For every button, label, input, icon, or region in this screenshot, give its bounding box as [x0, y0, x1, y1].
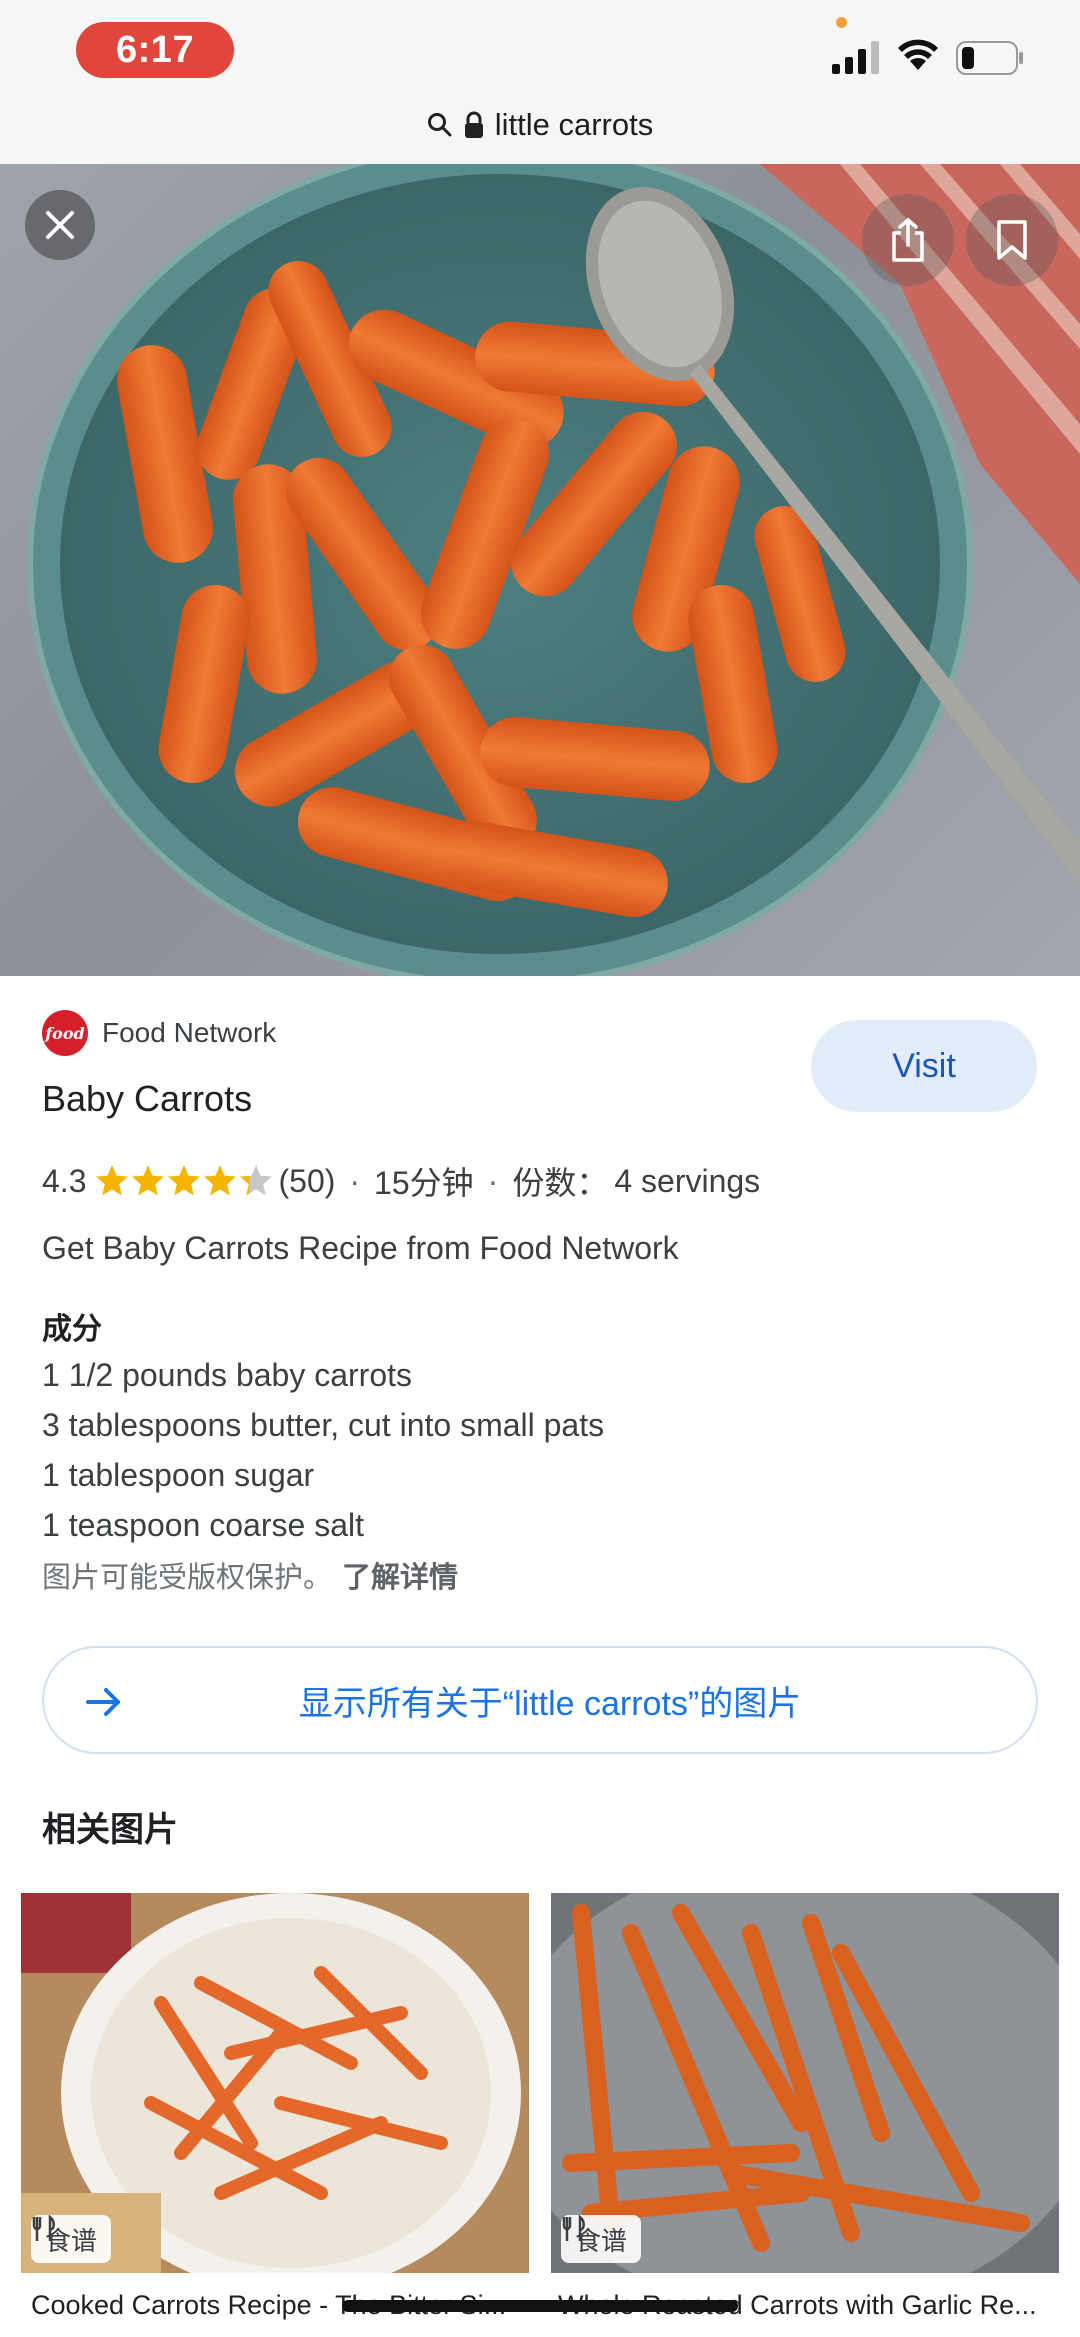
show-all-images-button[interactable]: 显示所有关于“little carrots”的图片: [42, 1646, 1038, 1754]
ingredient-item: 1 teaspoon coarse salt: [42, 1507, 364, 1543]
fork-knife-icon: [32, 2215, 55, 2241]
recipe-badge: 食谱: [561, 2215, 642, 2263]
separator-dot: ·: [349, 1162, 361, 1199]
share-button[interactable]: [862, 194, 954, 286]
cook-time: 15分钟: [374, 1165, 474, 1201]
close-icon: [46, 211, 74, 239]
recipe-description: Get Baby Carrots Recipe from Food Networ…: [42, 1230, 679, 1266]
related-image-card[interactable]: 食谱: [551, 1893, 1059, 2273]
related-images-heading: 相关图片: [42, 1811, 178, 1849]
ingredient-item: 3 tablespoons butter, cut into small pat…: [42, 1407, 605, 1443]
star-icon: [132, 1165, 165, 1196]
servings-label: 份数：: [512, 1165, 609, 1201]
carrots-bowl-image: [27, 164, 1080, 976]
fork-knife-icon: [562, 2215, 585, 2241]
wifi-icon: [898, 39, 938, 70]
source-row[interactable]: food Food Network: [42, 1010, 276, 1056]
status-bar: 6:17 little carrots: [0, 0, 1080, 164]
visit-button[interactable]: Visit: [811, 1020, 1037, 1112]
recipe-badge: 食谱: [31, 2215, 112, 2263]
rating-row: 4.3 (50) · 15分钟 · 份数： 4 servings: [42, 1158, 760, 1204]
cellular-signal-icon: [832, 41, 879, 74]
hero-image[interactable]: [0, 164, 1080, 976]
bookmark-icon: [997, 220, 1027, 260]
star-icon: [96, 1165, 129, 1196]
food-network-logo: food: [42, 1010, 88, 1056]
review-count: (50): [278, 1162, 336, 1199]
star-rating: [94, 1163, 274, 1199]
show-all-images-label: 显示所有关于“little carrots”的图片: [298, 1684, 802, 1723]
privacy-indicator-dot: [836, 17, 847, 28]
star-icon: [240, 1165, 273, 1196]
star-icon: [204, 1165, 237, 1196]
copyright-notice: 图片可能受版权保护。 了解详情: [42, 1554, 458, 1596]
close-button[interactable]: [25, 190, 95, 260]
url-text: little carrots: [494, 107, 654, 142]
recipe-title[interactable]: Baby Carrots: [42, 1078, 252, 1120]
separator-dot: ·: [487, 1162, 499, 1199]
servings-value: 4 servings: [614, 1162, 761, 1199]
share-icon: [892, 218, 924, 262]
learn-more-link[interactable]: 了解详情: [342, 1562, 458, 1594]
star-icon: [168, 1165, 201, 1196]
arrow-right-icon: [86, 1688, 120, 1716]
battery-icon: [956, 41, 1023, 75]
search-icon: [427, 113, 452, 137]
ingredients-list: 1 1/2 pounds baby carrots 3 tablespoons …: [42, 1350, 604, 1550]
status-time: 6:17: [76, 22, 234, 78]
bookmark-button[interactable]: [966, 194, 1058, 286]
copyright-text: 图片可能受版权保护。: [42, 1562, 333, 1594]
home-indicator[interactable]: [342, 2300, 738, 2312]
ingredient-item: 1 tablespoon sugar: [42, 1457, 315, 1493]
source-name: Food Network: [102, 1017, 277, 1048]
ingredient-item: 1 1/2 pounds baby carrots: [42, 1357, 413, 1393]
related-image-card[interactable]: 食谱: [21, 1893, 529, 2273]
lock-icon: [464, 111, 483, 138]
ingredients-heading: 成分: [42, 1313, 102, 1346]
address-bar[interactable]: little carrots: [0, 100, 1080, 150]
rating-value: 4.3: [42, 1162, 87, 1199]
